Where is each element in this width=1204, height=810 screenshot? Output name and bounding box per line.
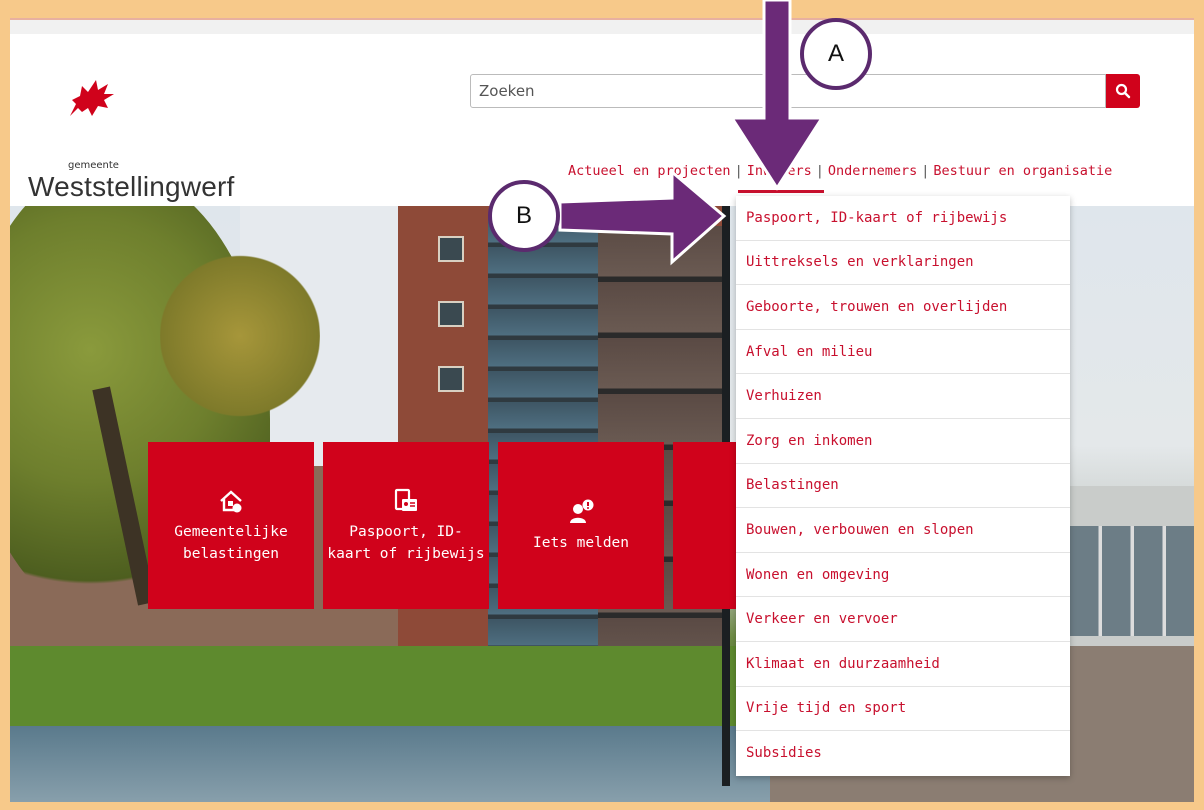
- annotation-b: B: [488, 180, 560, 252]
- annotation-a: A: [800, 18, 872, 90]
- arrow-a-icon: [729, 0, 825, 191]
- arrow-b-icon: [558, 168, 727, 266]
- annotation-arrows: [558, 0, 825, 266]
